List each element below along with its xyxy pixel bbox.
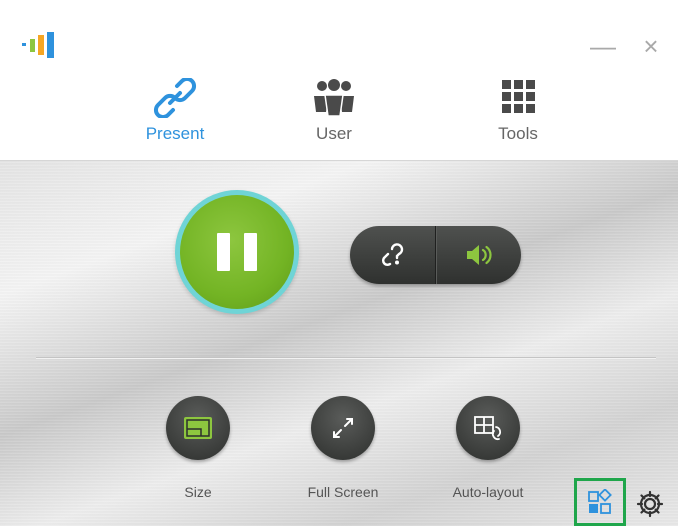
app-window: — × Present User Tools Size Full Screen … xyxy=(0,0,678,526)
size-label: Size xyxy=(184,484,212,500)
tab-present-label: Present xyxy=(145,124,205,143)
tab-tools[interactable]: Tools xyxy=(458,78,578,152)
auto-layout-icon xyxy=(474,416,501,440)
fullscreen-icon xyxy=(333,418,353,438)
section-divider xyxy=(36,357,656,358)
layout-icon xyxy=(588,489,612,514)
fullscreen-label: Full Screen xyxy=(307,484,379,500)
grid-icon xyxy=(502,80,535,113)
pause-button[interactable] xyxy=(175,190,299,314)
auto-layout-label: Auto-layout xyxy=(452,484,524,500)
pause-icon xyxy=(217,233,230,271)
speaker-icon xyxy=(466,245,492,265)
layout-toggle-button[interactable] xyxy=(574,478,626,526)
tab-present[interactable]: Present xyxy=(115,78,235,152)
fullscreen-button[interactable] xyxy=(311,396,375,460)
header: — × Present User Tools xyxy=(0,0,678,161)
gear-icon xyxy=(636,490,664,518)
minimize-button[interactable]: — xyxy=(588,31,618,61)
disconnect-button[interactable] xyxy=(350,226,435,284)
settings-button[interactable] xyxy=(634,488,666,520)
auto-layout-button[interactable] xyxy=(456,396,520,460)
pause-icon-bar xyxy=(244,233,257,271)
size-button[interactable] xyxy=(166,396,230,460)
tab-tools-label: Tools xyxy=(498,124,538,143)
audio-button[interactable] xyxy=(436,226,521,284)
tab-user[interactable]: User xyxy=(274,78,394,152)
close-button[interactable]: × xyxy=(636,31,666,61)
unlink-icon xyxy=(381,243,403,266)
size-icon xyxy=(184,417,212,439)
users-icon xyxy=(314,79,354,117)
connection-control-group xyxy=(350,226,521,284)
tab-user-label: User xyxy=(316,124,352,143)
present-panel: Size Full Screen Auto-layout xyxy=(0,161,678,526)
link-icon xyxy=(153,78,197,118)
pause-button-face xyxy=(180,195,294,309)
app-logo-icon xyxy=(22,32,54,58)
